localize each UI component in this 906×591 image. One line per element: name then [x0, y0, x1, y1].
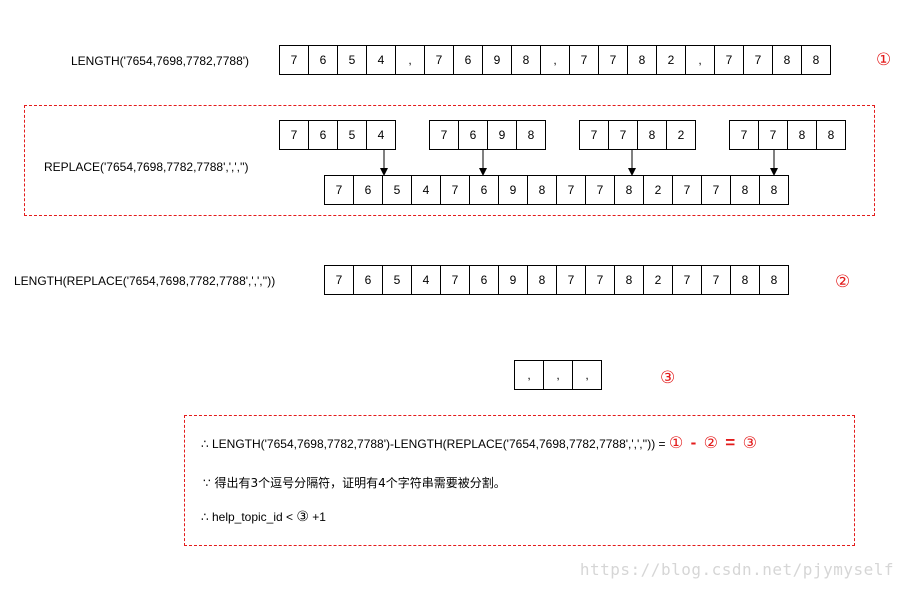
comma-cell: , — [514, 360, 544, 390]
char-cell: 5 — [382, 265, 412, 295]
char-cell: 7 — [701, 175, 731, 205]
formula-circle-1: ① — [668, 433, 684, 452]
char-cell: 6 — [469, 265, 499, 295]
formula-line-1: ∴ LENGTH('7654,7698,7782,7788')-LENGTH(R… — [201, 433, 757, 453]
char-cell: 6 — [353, 265, 383, 295]
formula-line-3-suffix: +1 — [312, 510, 326, 524]
formula-circle-3: ③ — [742, 433, 757, 452]
char-cell: 4 — [411, 265, 441, 295]
char-cell: 7 — [440, 265, 470, 295]
char-cell: 7 — [556, 175, 586, 205]
char-cell: 8 — [527, 265, 557, 295]
char-cell: 7 — [324, 175, 354, 205]
row3-cells: 7654769877827788 — [324, 265, 789, 295]
formula-line-3-circle: ③ — [296, 509, 309, 525]
formula-line-3: ∴ help_topic_id < ③ +1 — [201, 509, 326, 525]
char-cell: 8 — [730, 265, 760, 295]
char-cell: 5 — [382, 175, 412, 205]
char-cell: 8 — [730, 175, 760, 205]
char-cell: 7 — [585, 175, 615, 205]
formula-line-1-text: ∴ LENGTH('7654,7698,7782,7788')-LENGTH(R… — [201, 437, 666, 451]
row3-label: LENGTH(REPLACE('7654,7698,7782,7788',','… — [14, 274, 276, 288]
char-cell: 8 — [614, 265, 644, 295]
char-cell: 8 — [527, 175, 557, 205]
char-cell: 7 — [440, 175, 470, 205]
comma-cells: ,,, — [514, 360, 602, 390]
char-cell: 7 — [585, 265, 615, 295]
watermark: https://blog.csdn.net/pjymyself — [579, 560, 894, 579]
marker-3: ③ — [660, 368, 676, 388]
comma-cell: , — [572, 360, 602, 390]
formula-minus: - — [690, 433, 697, 452]
char-cell: 7 — [701, 265, 731, 295]
char-cell: 2 — [643, 175, 673, 205]
char-cell: 7 — [672, 175, 702, 205]
char-cell: 7 — [556, 265, 586, 295]
char-cell: 6 — [353, 175, 383, 205]
formula-equals: = — [725, 433, 736, 452]
char-cell: 7 — [672, 265, 702, 295]
char-cell: 9 — [498, 175, 528, 205]
marker-2: ② — [835, 272, 851, 292]
merged-cells: 7654769877827788 — [324, 175, 789, 205]
char-cell: 6 — [469, 175, 499, 205]
char-cell: 8 — [759, 265, 789, 295]
comma-cell: , — [543, 360, 573, 390]
char-cell: 8 — [759, 175, 789, 205]
char-cell: 4 — [411, 175, 441, 205]
char-cell: 8 — [614, 175, 644, 205]
formula-line-2: ∵ 得出有3个逗号分隔符，证明有4个字符串需要被分割。 — [203, 476, 506, 490]
arrows — [380, 150, 778, 176]
char-cell: 7 — [324, 265, 354, 295]
char-cell: 9 — [498, 265, 528, 295]
formula-line-3-text: ∴ help_topic_id < — [201, 510, 294, 524]
formula-circle-2: ② — [703, 433, 718, 452]
char-cell: 2 — [643, 265, 673, 295]
